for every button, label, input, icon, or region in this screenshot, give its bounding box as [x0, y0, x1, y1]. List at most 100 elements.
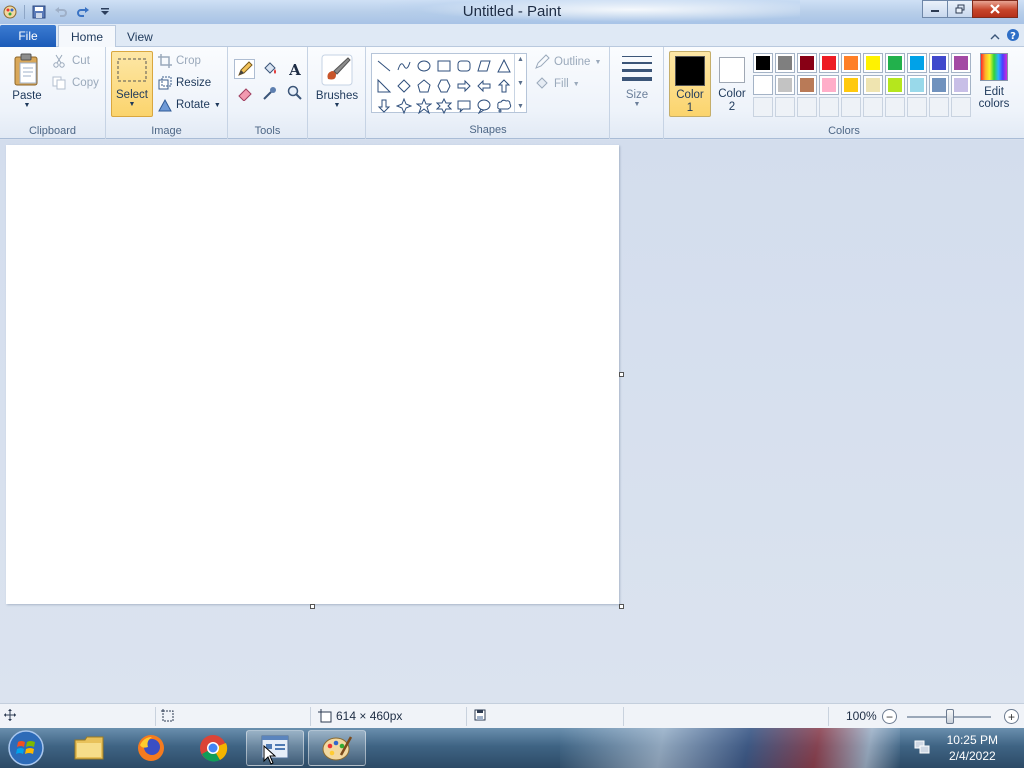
- taskbar-explorer[interactable]: [60, 730, 118, 766]
- palette-swatch[interactable]: [775, 75, 795, 95]
- restore-button[interactable]: [947, 0, 973, 18]
- palette-custom-slot[interactable]: [907, 97, 927, 117]
- palette-swatch[interactable]: [929, 53, 949, 73]
- palette-custom-slot[interactable]: [775, 97, 795, 117]
- select-button[interactable]: Select ▼: [111, 51, 153, 117]
- shape-right-triangle-icon[interactable]: [374, 76, 394, 96]
- pencil-icon[interactable]: [234, 59, 255, 79]
- text-icon[interactable]: A: [284, 59, 305, 79]
- taskbar-paint[interactable]: [308, 730, 366, 766]
- shape-right-arrow-icon[interactable]: [454, 76, 474, 96]
- shape-line-icon[interactable]: [374, 56, 394, 76]
- palette-swatch[interactable]: [885, 53, 905, 73]
- brushes-dropdown-icon[interactable]: ▼: [334, 102, 341, 109]
- palette-custom-slot[interactable]: [841, 97, 861, 117]
- fill-button[interactable]: Fill ▼: [534, 76, 580, 92]
- tab-home[interactable]: Home: [58, 25, 117, 48]
- palette-swatch[interactable]: [819, 75, 839, 95]
- minimize-button[interactable]: [922, 0, 948, 18]
- fill-bucket-icon[interactable]: [259, 59, 280, 79]
- palette-swatch[interactable]: [907, 75, 927, 95]
- taskbar-control-panel[interactable]: [246, 730, 304, 766]
- zoom-in-button[interactable]: +: [1004, 709, 1019, 724]
- resize-handle-right[interactable]: [619, 372, 624, 377]
- canvas-workspace[interactable]: [0, 140, 1024, 703]
- palette-swatch[interactable]: [929, 75, 949, 95]
- tab-view[interactable]: View: [115, 25, 165, 48]
- system-clock[interactable]: 10:25 PM 2/4/2022: [947, 732, 998, 764]
- palette-swatch[interactable]: [907, 53, 927, 73]
- zoom-out-button[interactable]: −: [882, 709, 897, 724]
- taskbar-firefox[interactable]: [122, 730, 180, 766]
- shape-diamond-icon[interactable]: [394, 76, 414, 96]
- select-dropdown-icon[interactable]: ▼: [129, 101, 136, 108]
- palette-swatch[interactable]: [819, 53, 839, 73]
- color1-button[interactable]: Color 1: [669, 51, 711, 117]
- palette-custom-slot[interactable]: [863, 97, 883, 117]
- shape-polygon-icon[interactable]: [474, 56, 494, 76]
- shapes-scrollbar[interactable]: ▲ ▼ ▼: [514, 54, 526, 112]
- palette-swatch[interactable]: [841, 75, 861, 95]
- palette-swatch[interactable]: [951, 53, 971, 73]
- palette-swatch[interactable]: [775, 53, 795, 73]
- start-button[interactable]: [2, 729, 50, 767]
- palette-custom-slot[interactable]: [753, 97, 773, 117]
- color2-button[interactable]: Color 2: [714, 51, 750, 117]
- close-button[interactable]: [972, 0, 1018, 18]
- magnifier-icon[interactable]: [284, 83, 305, 103]
- minimize-ribbon-icon[interactable]: [990, 30, 1000, 44]
- shape-six-point-star-icon[interactable]: [434, 96, 454, 116]
- shape-oval-icon[interactable]: [414, 56, 434, 76]
- rotate-dropdown-icon[interactable]: ▼: [214, 102, 221, 109]
- size-dropdown-icon[interactable]: ▼: [634, 101, 641, 108]
- shape-rect-callout-icon[interactable]: [454, 96, 474, 116]
- resize-button[interactable]: Resize: [158, 76, 211, 90]
- drawing-canvas[interactable]: [6, 145, 619, 604]
- palette-swatch[interactable]: [753, 53, 773, 73]
- palette-swatch[interactable]: [863, 53, 883, 73]
- help-icon[interactable]: ?: [1006, 28, 1020, 45]
- edit-colors-button[interactable]: Edit colors: [974, 53, 1014, 110]
- eraser-icon[interactable]: [234, 83, 255, 103]
- palette-custom-slot[interactable]: [929, 97, 949, 117]
- tab-file[interactable]: File: [0, 25, 56, 47]
- zoom-slider-thumb[interactable]: [946, 709, 954, 724]
- outline-button[interactable]: Outline ▼: [534, 54, 601, 70]
- cut-button[interactable]: Cut: [52, 54, 90, 68]
- palette-custom-slot[interactable]: [885, 97, 905, 117]
- shape-hexagon-icon[interactable]: [434, 76, 454, 96]
- paste-button[interactable]: Paste ▼: [8, 53, 46, 109]
- palette-custom-slot[interactable]: [797, 97, 817, 117]
- crop-button[interactable]: Crop: [158, 54, 201, 68]
- paste-dropdown-icon[interactable]: ▼: [24, 102, 31, 109]
- palette-custom-slot[interactable]: [819, 97, 839, 117]
- palette-swatch[interactable]: [863, 75, 883, 95]
- shapes-scroll-down-icon[interactable]: ▼: [517, 80, 524, 87]
- palette-swatch[interactable]: [753, 75, 773, 95]
- shapes-more-icon[interactable]: ▼: [517, 103, 524, 110]
- shape-rounded-rectangle-icon[interactable]: [454, 56, 474, 76]
- shape-down-arrow-icon[interactable]: [374, 96, 394, 116]
- palette-swatch[interactable]: [841, 53, 861, 73]
- size-button[interactable]: Size ▼: [618, 53, 656, 108]
- shape-cloud-callout-icon[interactable]: [494, 96, 514, 116]
- shape-left-arrow-icon[interactable]: [474, 76, 494, 96]
- shape-curve-icon[interactable]: [394, 56, 414, 76]
- rotate-button[interactable]: Rotate ▼: [158, 98, 221, 112]
- palette-swatch[interactable]: [797, 75, 817, 95]
- palette-custom-slot[interactable]: [951, 97, 971, 117]
- palette-swatch[interactable]: [885, 75, 905, 95]
- shapes-scroll-up-icon[interactable]: ▲: [517, 56, 524, 63]
- shape-up-arrow-icon[interactable]: [494, 76, 514, 96]
- shape-oval-callout-icon[interactable]: [474, 96, 494, 116]
- shape-rectangle-icon[interactable]: [434, 56, 454, 76]
- shape-four-point-star-icon[interactable]: [394, 96, 414, 116]
- taskbar-chrome[interactable]: [184, 730, 242, 766]
- resize-handle-bottom[interactable]: [310, 604, 315, 609]
- shape-pentagon-icon[interactable]: [414, 76, 434, 96]
- shape-triangle-icon[interactable]: [494, 56, 514, 76]
- brushes-button[interactable]: Brushes ▼: [314, 53, 360, 109]
- resize-handle-corner[interactable]: [619, 604, 624, 609]
- palette-swatch[interactable]: [951, 75, 971, 95]
- copy-button[interactable]: Copy: [52, 76, 99, 90]
